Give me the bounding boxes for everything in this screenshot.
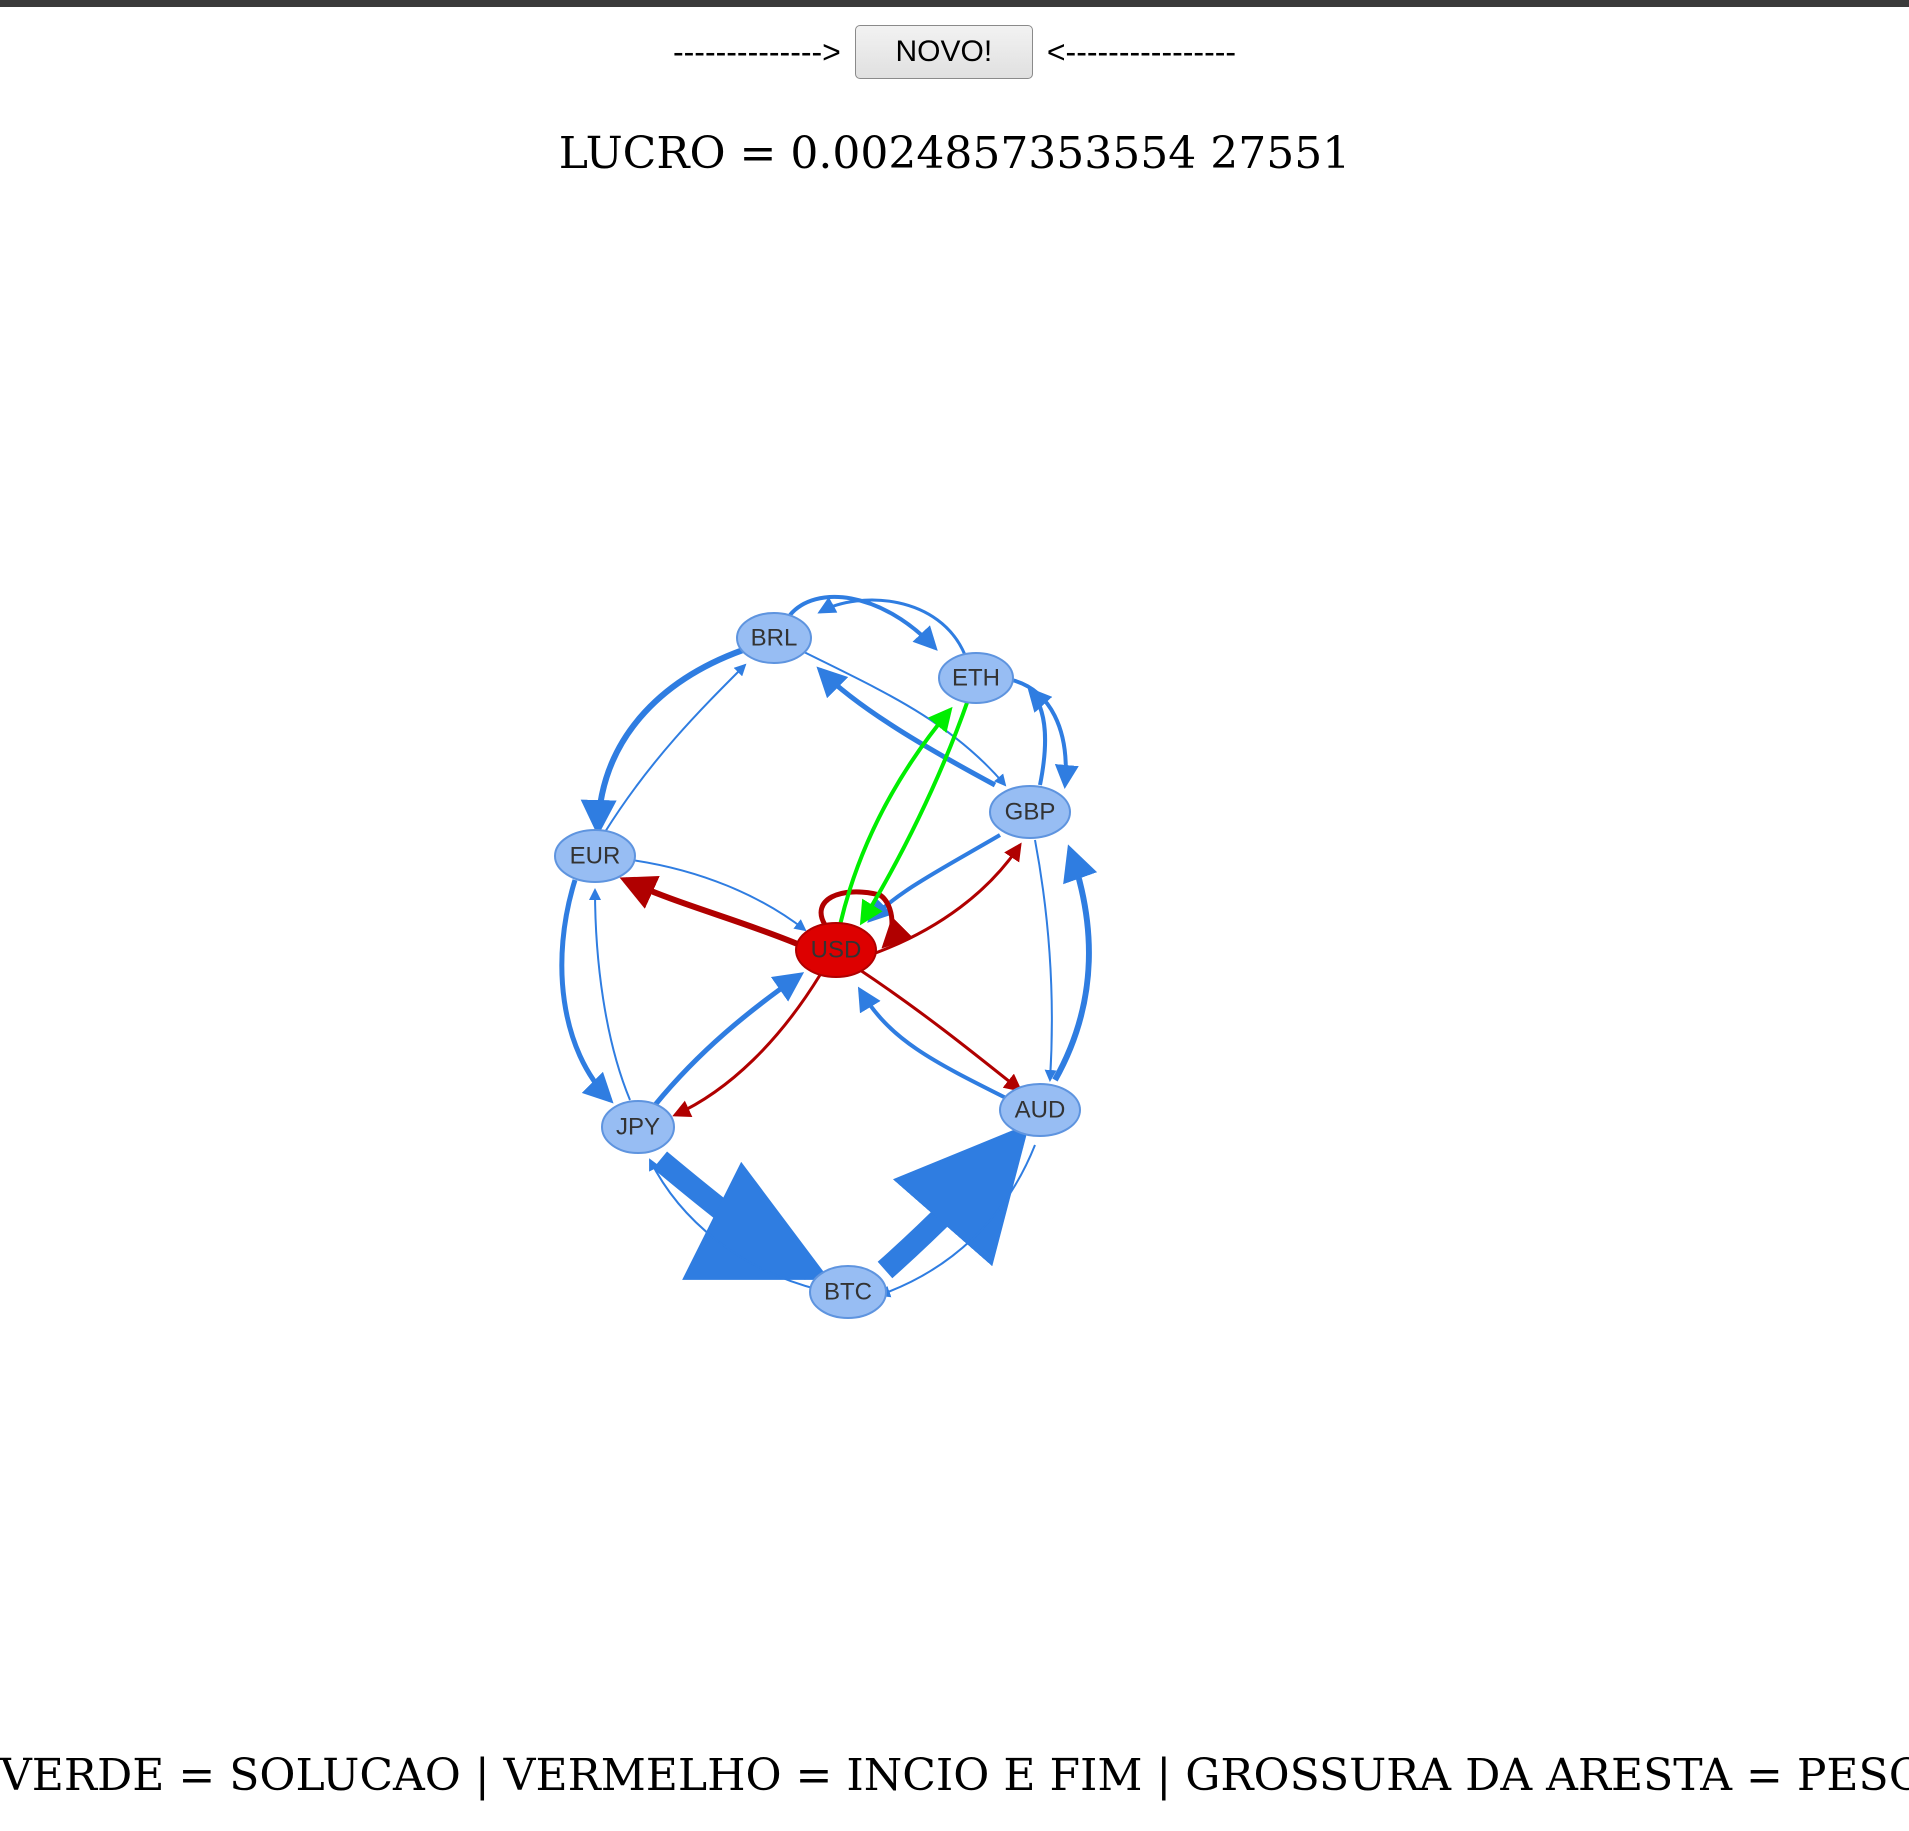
currency-graph[interactable]: BRL ETH GBP EUR USD JPY AUD BTC <box>0 0 1909 1827</box>
edge-eth-gbp <box>1011 678 1079 789</box>
legend-text: VERDE = SOLUCAO | VERMELHO = INCIO E FIM… <box>0 1750 1909 1801</box>
edge-gbp-eth <box>1027 687 1053 786</box>
edge-jpy-eur <box>589 888 631 1101</box>
svg-text:BRL: BRL <box>751 625 798 652</box>
edge-jpy-usd <box>653 972 805 1107</box>
svg-text:EUR: EUR <box>570 843 621 870</box>
edge-eth-brl <box>817 596 967 656</box>
node-eth[interactable]: ETH <box>938 652 1014 704</box>
node-usd[interactable]: USD <box>795 922 877 978</box>
svg-text:USD: USD <box>811 937 862 964</box>
edge-eur-brl <box>604 663 747 833</box>
svg-text:BTC: BTC <box>824 1279 872 1306</box>
graph-area: BRL ETH GBP EUR USD JPY AUD BTC <box>0 0 1909 1827</box>
edge-aud-usd <box>857 986 1011 1102</box>
node-btc[interactable]: BTC <box>809 1265 887 1319</box>
svg-text:GBP: GBP <box>1005 799 1056 826</box>
edge-aud-btc <box>878 1144 1036 1298</box>
node-brl[interactable]: BRL <box>736 612 812 664</box>
edge-usd-aud <box>859 968 1023 1092</box>
node-aud[interactable]: AUD <box>999 1083 1081 1137</box>
edge-aud-gbp <box>1052 844 1098 1082</box>
edge-eth-usd <box>859 699 970 926</box>
edge-gbp-aud <box>1034 839 1057 1082</box>
node-gbp[interactable]: GBP <box>989 785 1071 839</box>
node-jpy[interactable]: JPY <box>601 1100 675 1154</box>
edge-usd-eur <box>619 876 802 948</box>
edge-usd-jpy <box>672 974 822 1117</box>
svg-text:AUD: AUD <box>1015 1097 1066 1124</box>
edge-brl-eur <box>580 647 745 836</box>
node-eur[interactable]: EUR <box>554 829 636 883</box>
edge-btc-aud <box>877 1123 1030 1279</box>
svg-text:ETH: ETH <box>952 665 1000 692</box>
svg-text:JPY: JPY <box>616 1114 660 1141</box>
graph-nodes: BRL ETH GBP EUR USD JPY AUD BTC <box>554 612 1081 1319</box>
